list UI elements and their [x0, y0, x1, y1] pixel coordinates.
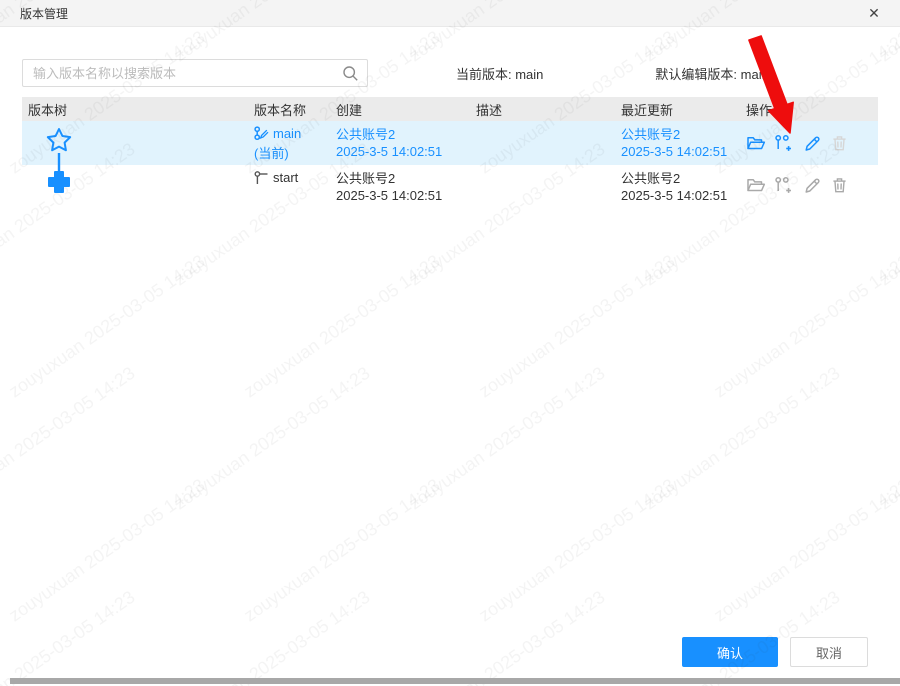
version-name: start	[273, 170, 298, 185]
watermark-text: zouyuxuan 2025-03-05 14:23	[475, 251, 679, 403]
version-management-dialog: 版本管理 ✕ 当前版本: main 默认编辑版本: main 版本树 版本名称 …	[0, 0, 900, 686]
created-cell: 公共账号2 2025-3-5 14:02:51	[330, 165, 470, 205]
open-folder-icon[interactable]	[746, 176, 766, 194]
watermark-text: zouyuxuan 2025-03-05 14:23	[170, 587, 374, 686]
version-name: main	[273, 126, 301, 141]
watermark-text: zouyuxuan 2025-03-05 14:23	[5, 251, 209, 403]
col-description: 描述	[470, 100, 615, 119]
watermark-text: zouyuxuan 2025-03-05 14:23	[240, 251, 444, 403]
version-name-cell: start	[248, 165, 330, 205]
updated-by: 公共账号2	[621, 170, 740, 187]
created-cell: 公共账号2 2025-3-5 14:02:51	[330, 121, 470, 165]
version-tree-cell	[22, 165, 248, 205]
current-version-tag: (当前)	[254, 143, 330, 162]
col-actions: 操作	[740, 100, 878, 119]
delete-icon[interactable]	[830, 176, 850, 194]
col-created: 创建	[330, 100, 470, 119]
col-version-name: 版本名称	[248, 100, 330, 119]
updated-at: 2025-3-5 14:02:51	[621, 143, 740, 160]
updated-cell: 公共账号2 2025-3-5 14:02:51	[615, 165, 740, 205]
watermark-text: zouyuxuan 2025-03-05 14:23	[640, 363, 844, 515]
open-folder-icon[interactable]	[746, 134, 766, 152]
create-branch-icon[interactable]	[774, 176, 794, 194]
watermark-text: zouyuxuan 2025-03-05 14:23	[0, 587, 139, 686]
version-tree-cell	[22, 121, 248, 165]
col-version-tree: 版本树	[22, 100, 248, 119]
watermark-text: zouyuxuan 2025-03-05 14:23	[240, 475, 444, 627]
watermark-text: zouyuxuan 2025-03-05 14:23	[710, 251, 900, 403]
default-edit-version-label: 默认编辑版本: main	[655, 64, 768, 83]
watermark-text: zouyuxuan 2025-03-05 14:23	[405, 587, 609, 686]
created-by: 公共账号2	[336, 126, 470, 143]
table-body: main (当前) 公共账号2 2025-3-5 14:02:51 公共账号2 …	[22, 121, 878, 205]
watermark-text: zouyuxuan 2025-03-05 14:23	[0, 363, 139, 515]
search-icon[interactable]	[342, 65, 359, 82]
dialog-content: 当前版本: main 默认编辑版本: main 版本树 版本名称 创建 描述 最…	[0, 59, 900, 205]
branch-edit-icon	[254, 126, 269, 141]
dialog-footer: 确认 取消	[682, 637, 868, 667]
created-at: 2025-3-5 14:02:51	[336, 187, 470, 204]
created-at: 2025-3-5 14:02:51	[336, 143, 470, 160]
updated-cell: 公共账号2 2025-3-5 14:02:51	[615, 121, 740, 165]
table-header: 版本树 版本名称 创建 描述 最近更新 操作	[22, 97, 878, 121]
delete-icon[interactable]	[830, 134, 850, 152]
edit-icon[interactable]	[802, 134, 822, 152]
create-branch-icon[interactable]	[774, 134, 794, 152]
description-cell	[470, 165, 615, 205]
version-name-cell: main (当前)	[248, 121, 330, 165]
updated-at: 2025-3-5 14:02:51	[621, 187, 740, 204]
table-row[interactable]: start 公共账号2 2025-3-5 14:02:51 公共账号2 2025…	[22, 165, 878, 205]
watermark-text: zouyuxuan 2025-03-05 14:23	[875, 587, 900, 686]
topbar: 当前版本: main 默认编辑版本: main	[22, 59, 878, 87]
col-last-updated: 最近更新	[615, 100, 740, 119]
edit-icon[interactable]	[802, 176, 822, 194]
close-icon[interactable]: ✕	[860, 0, 888, 27]
updated-by: 公共账号2	[621, 126, 740, 143]
cancel-button[interactable]: 取消	[790, 637, 868, 667]
version-table: 版本树 版本名称 创建 描述 最近更新 操作	[22, 97, 878, 205]
dialog-titlebar: 版本管理 ✕	[0, 0, 900, 27]
watermark-text: zouyuxuan 2025-03-05 14:23	[170, 363, 374, 515]
dialog-title: 版本管理	[20, 5, 68, 22]
search-box	[22, 59, 368, 87]
actions-cell	[740, 165, 878, 205]
search-input[interactable]	[23, 60, 367, 86]
confirm-button[interactable]: 确认	[682, 637, 778, 667]
watermark-text: zouyuxuan 2025-03-05 14:23	[405, 363, 609, 515]
actions-cell	[740, 121, 878, 165]
watermark-text: zouyuxuan 2025-03-05 14:23	[475, 475, 679, 627]
created-by: 公共账号2	[336, 170, 470, 187]
watermark-text: zouyuxuan 2025-03-05 14:23	[875, 363, 900, 515]
description-cell	[470, 121, 615, 165]
window-bottom-edge	[10, 678, 900, 684]
current-version-label: 当前版本: main	[456, 64, 543, 83]
watermark-text: zouyuxuan 2025-03-05 14:23	[5, 475, 209, 627]
watermark-text: zouyuxuan 2025-03-05 14:23	[710, 475, 900, 627]
table-row[interactable]: main (当前) 公共账号2 2025-3-5 14:02:51 公共账号2 …	[22, 121, 878, 165]
branch-start-icon	[254, 170, 269, 185]
